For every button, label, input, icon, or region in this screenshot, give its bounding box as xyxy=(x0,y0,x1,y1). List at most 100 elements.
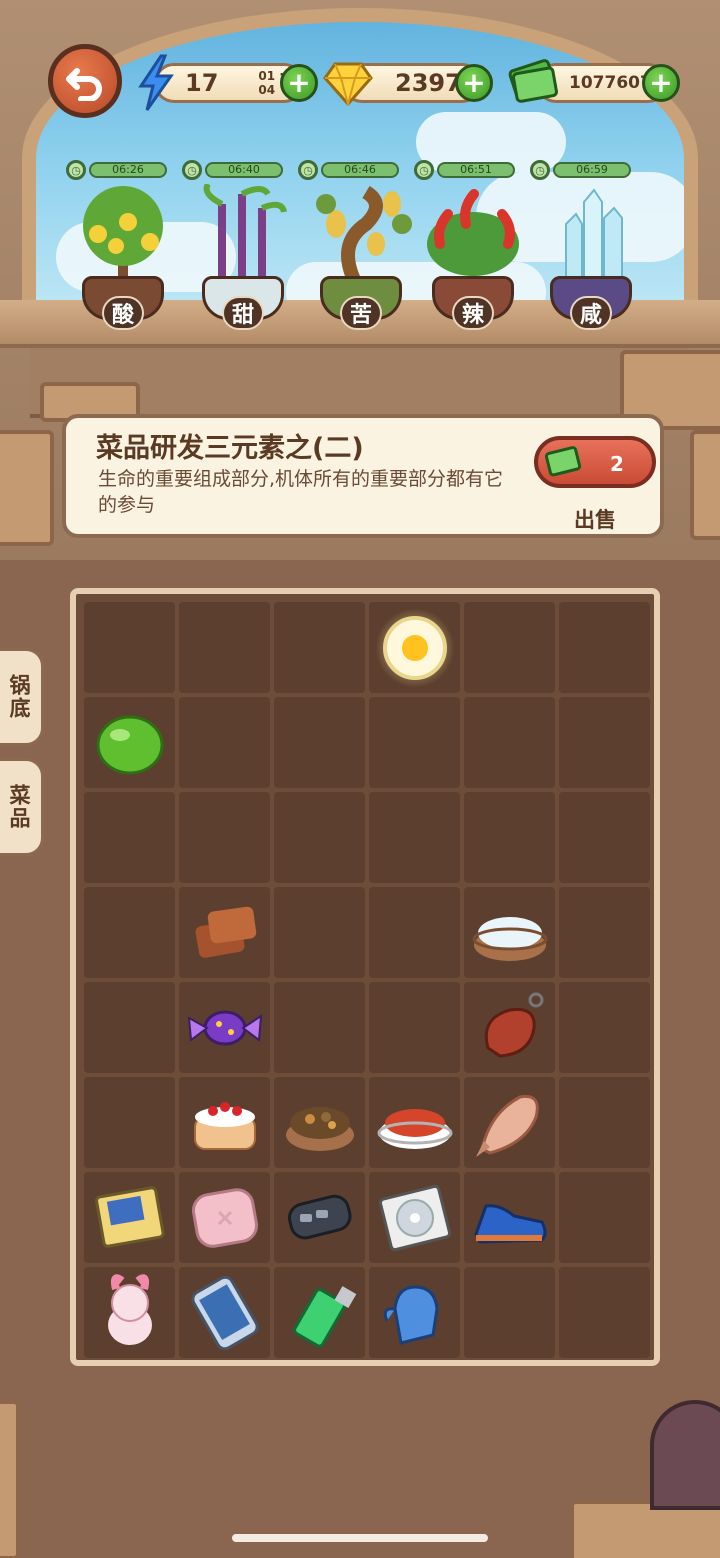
gem-add-button[interactable]: + xyxy=(455,64,493,102)
salt-crystal-icon xyxy=(565,188,623,285)
energy-add-button[interactable]: + xyxy=(280,64,318,102)
grid-cell[interactable] xyxy=(274,1077,365,1168)
sell-button[interactable]: 2 xyxy=(534,436,656,488)
grid-cell[interactable] xyxy=(369,697,460,788)
grid-cell[interactable] xyxy=(464,1267,555,1358)
grid-cell[interactable] xyxy=(369,792,460,883)
ham-icon[interactable] xyxy=(470,988,550,1068)
grid-cell[interactable] xyxy=(464,602,555,693)
crate-right-low xyxy=(690,430,720,540)
plant-sour[interactable]: 酸 xyxy=(68,184,178,334)
grid-cell[interactable] xyxy=(559,602,650,693)
cake-icon[interactable] xyxy=(185,1083,265,1163)
grid-cell[interactable] xyxy=(559,1267,650,1358)
grid-cell[interactable] xyxy=(84,1267,175,1358)
grid-cell[interactable] xyxy=(369,982,460,1073)
grid-cell[interactable] xyxy=(84,887,175,978)
grid-cell[interactable] xyxy=(84,602,175,693)
clock-icon: ◷ xyxy=(530,160,550,180)
grid-cell[interactable] xyxy=(464,697,555,788)
grid-cell[interactable] xyxy=(84,697,175,788)
pink-cloth-icon[interactable] xyxy=(185,1178,265,1258)
grid-cell[interactable] xyxy=(179,1172,270,1263)
grid-cell[interactable] xyxy=(179,1267,270,1358)
grid-cell[interactable] xyxy=(559,982,650,1073)
grid-cell[interactable] xyxy=(179,982,270,1073)
undo-arrow-icon xyxy=(66,68,102,101)
lighter-icon[interactable] xyxy=(280,1273,360,1353)
back-button[interactable] xyxy=(48,44,122,118)
tab-dishes[interactable]: 菜品 xyxy=(0,758,44,856)
grid-cell[interactable] xyxy=(559,1077,650,1168)
jar-decoration xyxy=(650,1400,720,1510)
tab-pot-base[interactable]: 锅底 xyxy=(0,648,44,746)
grid-cell[interactable] xyxy=(84,1172,175,1263)
car-key-icon[interactable] xyxy=(280,1178,360,1258)
card-icon[interactable] xyxy=(90,1178,170,1258)
grid-cell[interactable] xyxy=(179,602,270,693)
plush-toy-icon[interactable] xyxy=(90,1273,170,1353)
chili-plant-icon xyxy=(427,189,519,276)
grid-cell[interactable] xyxy=(464,1077,555,1168)
chili-powder-icon[interactable] xyxy=(375,1083,455,1163)
grid-cell[interactable] xyxy=(274,1267,365,1358)
grid-cell[interactable] xyxy=(274,887,365,978)
cd-icon[interactable] xyxy=(375,1178,455,1258)
spices-icon[interactable] xyxy=(280,1083,360,1163)
grid-cell[interactable] xyxy=(179,697,270,788)
flavor-label: 甜 xyxy=(222,296,264,330)
grid-cell[interactable] xyxy=(369,1077,460,1168)
grid-cell[interactable] xyxy=(464,887,555,978)
sneaker-icon[interactable] xyxy=(470,1178,550,1258)
energy-value: 17 xyxy=(185,69,219,97)
timer-text: 06:40 xyxy=(205,162,283,178)
plant-timer-bitter: ◷ 06:46 xyxy=(298,160,399,180)
grid-cell[interactable] xyxy=(274,982,365,1073)
cash-value: 1077607 xyxy=(569,73,652,93)
candy-icon[interactable] xyxy=(185,988,265,1068)
timer-text: 06:26 xyxy=(89,162,167,178)
phone-icon[interactable] xyxy=(185,1273,265,1353)
grid-cell[interactable] xyxy=(559,1172,650,1263)
plant-salty[interactable]: 咸 xyxy=(536,184,646,334)
bitter-gourd-tree-icon xyxy=(316,185,412,288)
grid-cell[interactable] xyxy=(84,792,175,883)
grid-cell[interactable] xyxy=(464,792,555,883)
grid-cell[interactable] xyxy=(369,602,460,693)
grid-cell[interactable] xyxy=(179,887,270,978)
flavor-label: 咸 xyxy=(570,296,612,330)
glove-icon[interactable] xyxy=(375,1273,455,1353)
grid-cell[interactable] xyxy=(369,1267,460,1358)
dried-fish-icon[interactable] xyxy=(470,1083,550,1163)
grid-cell[interactable] xyxy=(274,697,365,788)
plant-bitter[interactable]: 苦 xyxy=(306,184,416,334)
plant-sweet[interactable]: 甜 xyxy=(188,182,298,334)
flavor-label: 辣 xyxy=(452,296,494,330)
grid-cell[interactable] xyxy=(464,982,555,1073)
grid-cell[interactable] xyxy=(84,982,175,1073)
grid-cell[interactable] xyxy=(559,887,650,978)
grid-cell[interactable] xyxy=(464,1172,555,1263)
ingredient-grid xyxy=(84,602,650,1358)
cash-add-button[interactable]: + xyxy=(642,64,680,102)
home-indicator[interactable] xyxy=(232,1534,488,1542)
brown-sugar-icon[interactable] xyxy=(185,893,265,973)
item-title: 菜品研发三元素之(二) xyxy=(96,433,364,464)
grid-cell[interactable] xyxy=(84,1077,175,1168)
grid-cell[interactable] xyxy=(369,1172,460,1263)
grid-cell[interactable] xyxy=(559,697,650,788)
grid-cell[interactable] xyxy=(274,792,365,883)
grid-cell[interactable] xyxy=(274,602,365,693)
grid-cell[interactable] xyxy=(559,792,650,883)
sugarcane-icon xyxy=(203,182,287,284)
lightning-icon xyxy=(132,54,178,112)
lime-icon[interactable] xyxy=(90,703,170,783)
egg-icon[interactable] xyxy=(374,607,455,688)
grid-cell[interactable] xyxy=(179,792,270,883)
salt-icon[interactable] xyxy=(470,893,550,973)
grid-cell[interactable] xyxy=(369,887,460,978)
grid-cell[interactable] xyxy=(274,1172,365,1263)
plant-spicy[interactable]: 辣 xyxy=(418,184,528,334)
grid-cell[interactable] xyxy=(179,1077,270,1168)
cash-icon xyxy=(506,56,560,106)
